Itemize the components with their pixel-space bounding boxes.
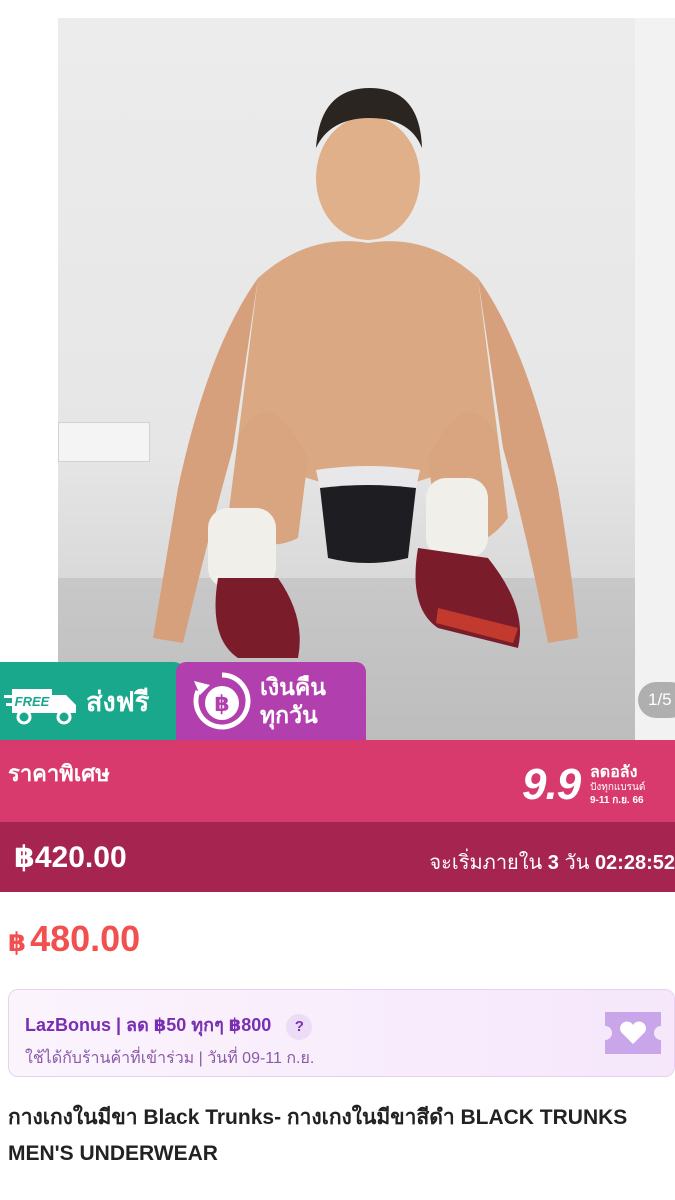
cashback-line1: เงินคืน [260,674,326,700]
free-shipping-badge: FREE ส่งฟรี [0,662,184,740]
price-amount: 480.00 [30,918,141,959]
product-title: กางเกงในมีขา Black Trunks- กางเกงในมีขาส… [8,1106,628,1165]
lazbonus-voucher-card[interactable]: LazBonus | ลด ฿50 ทุกๆ ฿800 ? ใช้ได้กับร… [8,989,675,1077]
campaign-number: 9.9 [522,760,581,809]
model-illustration [153,88,578,658]
lazbonus-title: LazBonus | ลด ฿50 ทุกๆ ฿800 [25,1015,272,1035]
free-shipping-label: ส่งฟรี [86,686,150,717]
flash-price-band: ฿420.00 จะเริ่มภายใน 3 วัน 02:28:52 [0,822,675,892]
countdown-time: 02:28:52 [594,852,675,874]
next-photo-peek [635,18,675,740]
baht-coin-refresh-icon: ฿ [193,672,251,730]
special-price-value: ฿420.00 [14,841,127,874]
product-photo[interactable] [58,18,635,740]
svg-text:฿: ฿ [214,692,229,717]
product-image-gallery[interactable]: 1/5 [0,0,675,740]
help-icon[interactable]: ? [286,1014,313,1040]
campaign-date: 9-11 ก.ย. 66 [590,795,644,806]
currency-symbol: ฿ [8,927,27,957]
delivery-truck-icon: FREE [4,689,76,725]
countdown-timer: จะเริ่มภายใน 3 วัน 02:28:52 [429,846,675,878]
countdown-days: 3 [547,852,559,874]
cashback-line2: ทุกวัน [260,702,318,728]
countdown-prefix: จะเริ่มภายใน [429,852,543,874]
countdown-unit: วัน [564,852,590,874]
regular-price: ฿ 480.00 [8,918,140,960]
special-price-label: ราคาพิเศษ [8,761,110,786]
gallery-page-indicator: 1/5 [638,682,675,718]
special-price-banner: ราคาพิเศษ 9.9 ลดอลัง ปังทุกแบรนด์ 9-11 ก… [0,740,675,822]
voucher-heart-icon[interactable] [601,1008,665,1058]
lazbonus-terms: ใช้ได้กับร้านค้าที่เข้าร่วม | วันที่ 09-… [25,1050,315,1067]
free-tag: FREE [15,694,50,709]
cashback-badge: ฿ เงินคืน ทุกวัน [176,662,366,740]
